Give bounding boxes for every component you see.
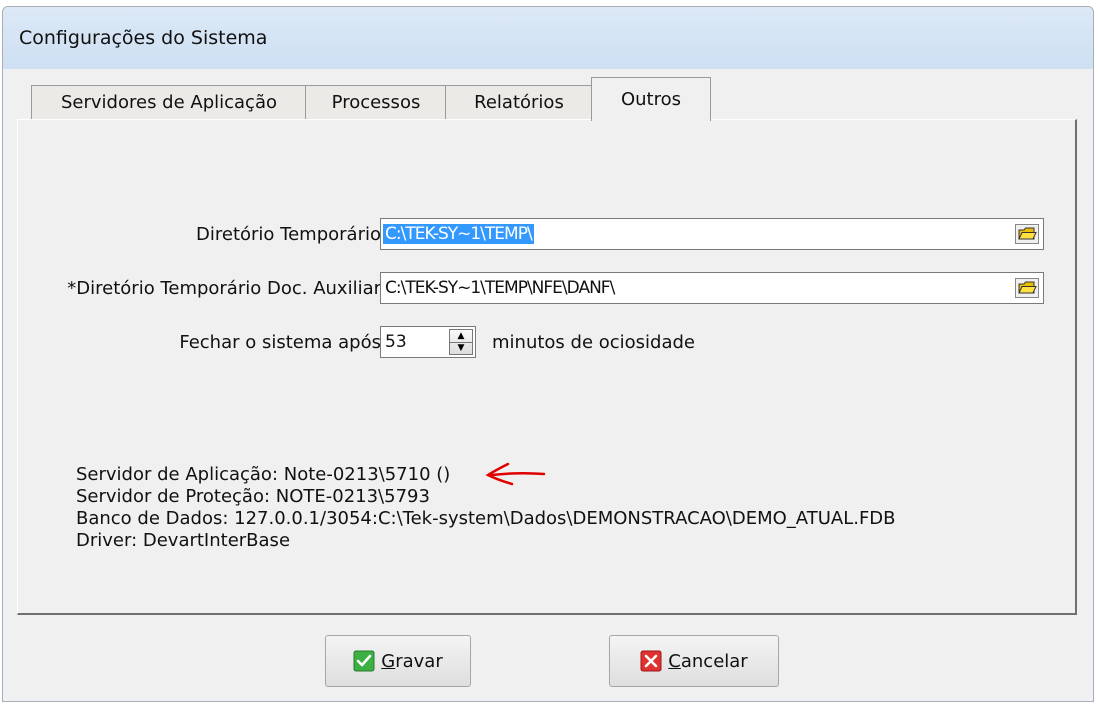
tab-label: Servidores de Aplicação [61,92,277,113]
temp-dir-input[interactable]: C:\TEK-SY~1\TEMP\ [380,218,1044,250]
idle-minutes-suffix: minutos de ociosidade [492,332,696,353]
close-after-label: Fechar o sistema após [179,332,381,353]
tab-processos[interactable]: Processos [305,85,447,119]
stepper-arrows[interactable]: ▲ ▼ [449,329,473,355]
database-text: Banco de Dados: 127.0.0.1/3054:C:\Tek-sy… [76,508,896,529]
close-icon [640,650,662,672]
idle-minutes-value: 53 [385,332,407,352]
check-icon [353,650,375,672]
window-title: Configurações do Sistema [19,27,268,49]
folder-browse-icon[interactable] [1015,224,1039,244]
title-bar: Configurações do Sistema [3,7,1093,69]
temp-aux-input[interactable]: C:\TEK-SY~1\TEMP\NFE\DANF\ [380,272,1044,304]
temp-aux-value: C:\TEK-SY~1\TEMP\NFE\DANF\ [385,278,615,298]
dialog-client: Servidores de Aplicação Processos Relató… [9,69,1087,697]
tab-strip: Servidores de Aplicação Processos Relató… [9,69,1087,121]
tab-servidores-de-aplicacao[interactable]: Servidores de Aplicação [31,85,307,119]
tab-relatorios[interactable]: Relatórios [445,85,593,119]
connection-info: Servidor de Aplicação: Note-0213\5710 ()… [76,462,896,552]
tab-label: Relatórios [474,92,564,113]
protection-server-text: Servidor de Proteção: NOTE-0213\5793 [76,486,430,507]
temp-dir-label: Diretório Temporário [196,224,381,245]
dialog-window: Configurações do Sistema Servidores de A… [2,6,1094,702]
temp-aux-label: *Diretório Temporário Doc. Auxiliar [67,278,381,299]
tab-outros[interactable]: Outros [591,77,711,121]
cancel-button[interactable]: Cancelar [609,635,779,687]
idle-minutes-stepper[interactable]: 53 ▲ ▼ [380,326,476,358]
save-button[interactable]: Gravar [325,635,471,687]
tab-label: Processos [331,92,421,113]
save-label: Gravar [381,650,443,672]
folder-browse-icon[interactable] [1015,278,1039,298]
annotation-arrow-icon [485,462,546,486]
tab-label: Outros [620,89,682,110]
tab-panel-outros: Diretório Temporário C:\TEK-SY~1\TEMP\ *… [17,119,1077,615]
driver-text: Driver: DevartInterBase [76,530,291,551]
cancel-label: Cancelar [668,650,748,672]
temp-dir-value: C:\TEK-SY~1\TEMP\ [383,224,534,244]
stepper-down-icon[interactable]: ▼ [450,342,472,354]
app-server-text: Servidor de Aplicação: Note-0213\5710 () [76,464,451,485]
